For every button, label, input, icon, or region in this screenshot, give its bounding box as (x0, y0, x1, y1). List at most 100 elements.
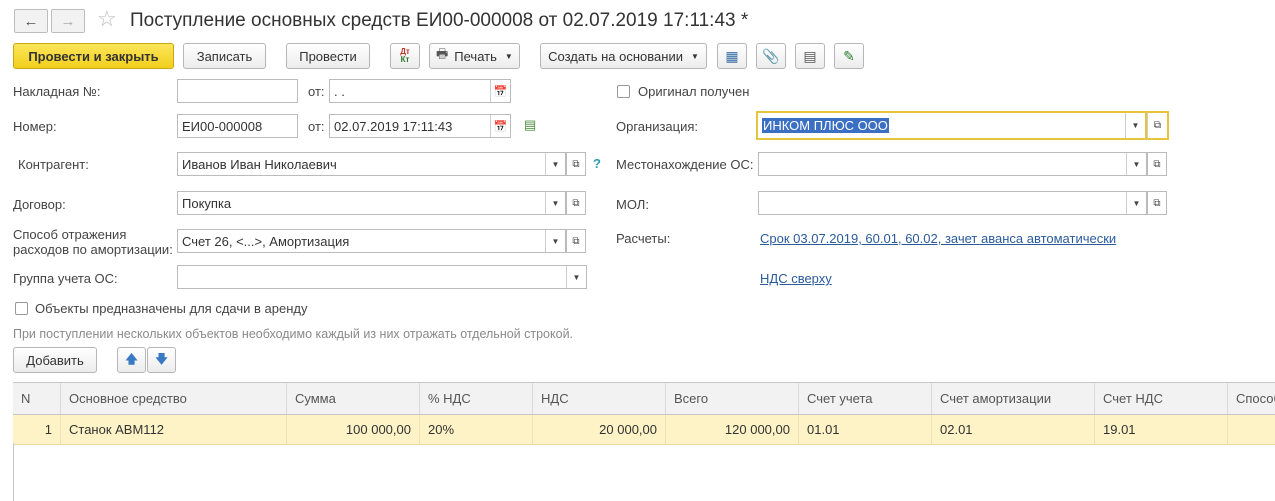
chevron-down-icon[interactable]: ▼ (1126, 192, 1146, 214)
chevron-down-icon[interactable]: ▼ (545, 230, 565, 252)
number-date-value: 02.07.2019 17:11:43 (334, 118, 453, 134)
cell-amort-account: 02.01 (932, 415, 1095, 444)
organization-value-text: ИНКОМ ПЛЮС ООО (762, 118, 889, 133)
table-row[interactable]: 1 Станок АВМ112 100 000,00 20% 20 000,00… (13, 415, 1275, 445)
arrow-right-icon: → (60, 12, 76, 30)
chevron-down-icon: ▼ (690, 51, 699, 61)
hint-text: При поступлении нескольких объектов необ… (13, 327, 574, 341)
assets-table: N Основное средство Сумма % НДС НДС Всег… (13, 382, 1275, 445)
chevron-down-icon[interactable]: ▼ (1125, 113, 1145, 138)
invoice-from-label: от: (308, 84, 325, 99)
contract-open-button[interactable]: ⧉ (566, 191, 586, 215)
open-window-icon: ⧉ (572, 158, 580, 170)
number-field[interactable]: ЕИ00-000008 (177, 114, 298, 138)
column-header[interactable]: N (13, 383, 61, 414)
open-window-icon: ⧉ (1153, 120, 1162, 131)
cell-vat-account: 19.01 (1095, 415, 1228, 444)
column-header[interactable]: Основное средство (61, 383, 287, 414)
help-icon[interactable]: ? (593, 156, 601, 171)
column-header[interactable]: Счет учета (799, 383, 932, 414)
chevron-down-icon: ▼ (504, 51, 513, 61)
original-received-checkbox[interactable] (617, 85, 630, 98)
move-up-button[interactable]: 🡅 (117, 347, 146, 373)
chevron-down-icon[interactable]: ▼ (545, 153, 565, 175)
chevron-down-icon[interactable]: ▼ (545, 192, 565, 214)
table-header: N Основное средство Сумма % НДС НДС Всег… (13, 382, 1275, 415)
contractor-field[interactable]: Иванов Иван Николаевич ▼ (177, 152, 566, 176)
contract-field[interactable]: Покупка ▼ (177, 191, 566, 215)
organization-field[interactable]: ИНКОМ ПЛЮС ООО ▼ (756, 111, 1147, 140)
report-button[interactable]: ▤ (795, 43, 825, 69)
arrow-up-icon: 🡅 (125, 351, 138, 366)
column-header[interactable]: Всего (666, 383, 799, 414)
open-window-icon: ⧉ (572, 197, 580, 209)
contract-label: Договор: (13, 197, 66, 212)
contractor-label: Контрагент: (18, 157, 89, 172)
column-header[interactable]: % НДС (420, 383, 533, 414)
structure-button[interactable]: ▦ (717, 43, 747, 69)
post-and-close-button[interactable]: Провести и закрыть (13, 43, 174, 69)
save-button[interactable]: Записать (183, 43, 266, 69)
contractor-open-button[interactable]: ⧉ (566, 152, 586, 176)
create-based-on-button[interactable]: Создать на основании ▼ (540, 43, 707, 69)
calendar-icon[interactable]: 📅 (490, 80, 510, 102)
column-header[interactable]: Сумма (287, 383, 420, 414)
print-button[interactable]: 🖶 Печать ▼ (429, 43, 520, 69)
amort-method-open-button[interactable]: ⧉ (566, 229, 586, 253)
column-header[interactable]: Способ (1228, 383, 1275, 414)
favorite-star-icon[interactable]: ☆ (97, 6, 117, 32)
mol-field[interactable]: ▼ (758, 191, 1147, 215)
os-group-label: Группа учета ОС: (13, 271, 118, 286)
location-field[interactable]: ▼ (758, 152, 1147, 176)
vat-link[interactable]: НДС сверху (760, 271, 832, 286)
number-date-field[interactable]: 02.07.2019 17:11:43 📅 (329, 114, 511, 138)
number-label: Номер: (13, 119, 57, 134)
cell-asset: Станок АВМ112 (61, 415, 287, 444)
paperclip-icon: 📎 (762, 47, 780, 64)
amort-method-field[interactable]: Счет 26, <...>, Амортизация ▼ (177, 229, 566, 253)
cell-method (1228, 415, 1275, 444)
column-header[interactable]: Счет амортизации (932, 383, 1095, 414)
cell-total: 120 000,00 (666, 415, 799, 444)
cell-vat: 20 000,00 (533, 415, 666, 444)
add-row-button[interactable]: Добавить (13, 347, 97, 373)
edit-button[interactable]: ✎ (834, 43, 864, 69)
mol-open-button[interactable]: ⧉ (1147, 191, 1167, 215)
settlements-link[interactable]: Срок 03.07.2019, 60.01, 60.02, зачет ава… (760, 231, 1116, 246)
column-header[interactable]: НДС (533, 383, 666, 414)
rent-checkbox[interactable] (15, 302, 28, 315)
chevron-down-icon[interactable]: ▼ (566, 266, 586, 288)
move-down-button[interactable]: 🡇 (147, 347, 176, 373)
post-button[interactable]: Провести (286, 43, 370, 69)
dt-kt-icon: Дт Кт (400, 47, 410, 64)
dt-kt-button[interactable]: Дт Кт (390, 43, 420, 69)
contractor-value: Иванов Иван Николаевич (182, 156, 337, 172)
organization-open-button[interactable]: ⧉ (1147, 111, 1169, 140)
invoice-number-field[interactable] (177, 79, 298, 103)
os-group-field[interactable]: ▼ (177, 265, 587, 289)
structure-icon: ▦ (725, 47, 739, 64)
back-button[interactable]: ← (14, 9, 48, 33)
number-value: ЕИ00-000008 (182, 118, 263, 134)
invoice-date-value: . . (334, 83, 345, 99)
column-header[interactable]: Счет НДС (1095, 383, 1228, 414)
forward-button[interactable]: → (51, 9, 85, 33)
cell-account: 01.01 (799, 415, 932, 444)
amort-method-label-line1: Способ отражения (13, 227, 127, 242)
arrow-down-icon: 🡇 (155, 351, 168, 366)
invoice-date-field[interactable]: . . 📅 (329, 79, 511, 103)
amort-method-value: Счет 26, <...>, Амортизация (182, 233, 350, 249)
organization-label: Организация: (616, 119, 699, 134)
settlements-label: Расчеты: (616, 231, 671, 246)
open-window-icon: ⧉ (1153, 197, 1161, 209)
arrow-left-icon: ← (23, 12, 39, 30)
calendar-icon[interactable]: 📅 (490, 115, 510, 137)
cell-n: 1 (13, 415, 61, 444)
open-window-icon: ⧉ (1153, 158, 1161, 170)
chevron-down-icon[interactable]: ▼ (1126, 153, 1146, 175)
attachments-button[interactable]: 📎 (756, 43, 786, 69)
location-open-button[interactable]: ⧉ (1147, 152, 1167, 176)
doc-status-icon[interactable]: ▤ (524, 117, 536, 133)
print-label: Печать (454, 48, 497, 64)
create-based-label: Создать на основании (548, 48, 683, 64)
